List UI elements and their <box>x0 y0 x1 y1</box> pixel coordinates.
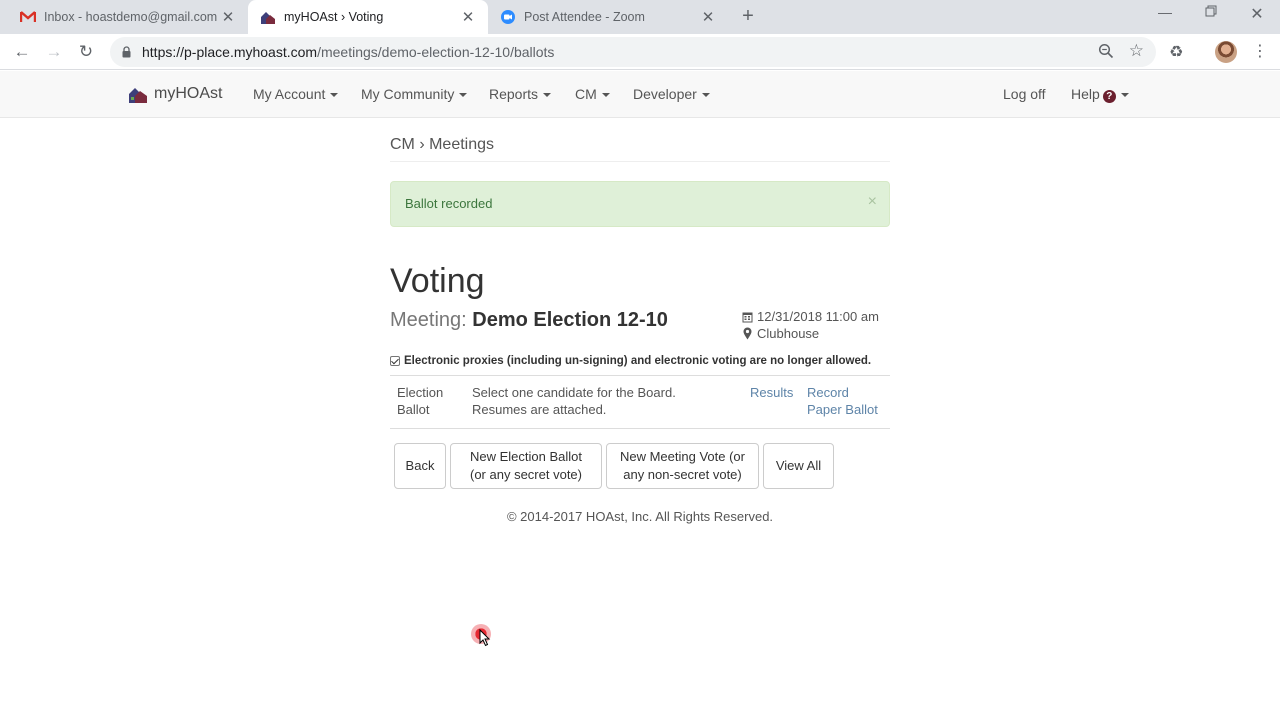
menu-reports[interactable]: Reports <box>489 86 552 102</box>
link-line: Paper Ballot <box>807 402 878 417</box>
tab-myhoast[interactable]: myHOAst › Voting ✕ <box>248 0 488 34</box>
caret-down-icon <box>330 93 339 98</box>
reload-icon[interactable]: ↻ <box>76 42 96 62</box>
ballot-table: Election Ballot Select one candidate for… <box>390 375 890 429</box>
menu-label: Reports <box>489 86 539 102</box>
myhoast-icon <box>260 9 276 25</box>
meeting-heading: Meeting: Demo Election 12-10 <box>390 309 668 332</box>
profile-avatar[interactable] <box>1215 41 1237 63</box>
notice-text: Electronic proxies (including un-signing… <box>404 355 872 367</box>
menu-label: Help <box>1071 86 1100 102</box>
breadcrumb: CM › Meetings <box>390 136 495 153</box>
button-line: (or any secret vote) <box>470 467 582 482</box>
brand-name: myHOAst <box>154 85 223 102</box>
help-question-icon: ? <box>1102 90 1116 103</box>
ballot-name: Election Ballot <box>397 384 443 418</box>
zoom-icon <box>500 9 516 25</box>
close-tab-icon[interactable]: ✕ <box>700 8 716 26</box>
meeting-location: Clubhouse <box>757 326 820 341</box>
back-button[interactable]: Back <box>394 443 446 489</box>
menu-developer[interactable]: Developer <box>633 86 710 102</box>
browser-toolbar: ← → ↻ https://p-place.myhoast.com/meetin… <box>0 34 1280 70</box>
close-tab-icon[interactable]: ✕ <box>220 8 236 26</box>
url-text: https://p-place.myhoast.com/meetings/dem… <box>142 44 554 60</box>
meeting-name: Demo Election 12-10 <box>472 309 668 331</box>
ballot-description-line: Select one candidate for the Board. <box>472 385 676 400</box>
extension-recycle-icon[interactable]: ♻ <box>1169 42 1183 62</box>
tab-title: myHOAst › Voting <box>284 10 384 24</box>
browser-tab-bar: Inbox - hoastdemo@gmail.com ✕ myHOAst › … <box>0 0 1280 34</box>
caret-down-icon <box>1120 93 1129 98</box>
tab-title: Inbox - hoastdemo@gmail.com <box>44 10 218 24</box>
ballot-name-line: Ballot <box>397 402 430 417</box>
button-line: New Meeting Vote (or <box>619 449 745 464</box>
page-title: Voting <box>390 262 485 300</box>
menu-my-community[interactable]: My Community <box>361 86 468 102</box>
menu-label: Developer <box>633 86 697 102</box>
bookmark-star-icon[interactable]: ☆ <box>1129 41 1144 61</box>
meeting-label: Meeting: <box>390 309 467 331</box>
menu-my-account[interactable]: My Account <box>253 86 339 102</box>
meeting-datetime: 12/31/2018 11:00 am <box>757 309 879 324</box>
breadcrumb-divider <box>390 161 890 162</box>
tab-zoom[interactable]: Post Attendee - Zoom ✕ <box>488 0 728 34</box>
meeting-details: 12/31/2018 11:00 am Clubhouse <box>741 308 879 342</box>
tab-gmail[interactable]: Inbox - hoastdemo@gmail.com ✕ <box>8 0 248 34</box>
electronic-voting-notice: Electronic proxies (including un-signing… <box>390 355 871 367</box>
close-window-icon[interactable]: ✕ <box>1234 4 1280 24</box>
restore-icon[interactable] <box>1188 4 1234 20</box>
record-paper-ballot-link[interactable]: Record Paper Ballot <box>807 385 878 417</box>
menu-label: My Community <box>361 86 455 102</box>
close-tab-icon[interactable]: ✕ <box>460 8 476 26</box>
minimize-icon[interactable]: — <box>1142 4 1188 20</box>
calendar-icon <box>741 311 753 323</box>
map-marker-icon <box>741 327 753 340</box>
menu-label: CM <box>575 86 597 102</box>
myhoast-logo-icon <box>128 84 148 104</box>
logoff-link[interactable]: Log off <box>1003 86 1046 102</box>
url-path: /meetings/demo-election-12-10/ballots <box>317 44 555 60</box>
browser-menu-icon[interactable]: ⋮ <box>1252 41 1268 61</box>
tab-title: Post Attendee - Zoom <box>524 10 645 24</box>
new-meeting-vote-button[interactable]: New Meeting Vote (or any non-secret vote) <box>606 443 759 489</box>
success-alert: Ballot recorded × <box>390 181 890 227</box>
new-election-ballot-button[interactable]: New Election Ballot (or any secret vote) <box>450 443 602 489</box>
results-link[interactable]: Results <box>750 385 793 400</box>
checkbox-checked <box>390 356 400 366</box>
caret-down-icon <box>701 93 710 98</box>
mouse-pointer-icon <box>479 628 491 652</box>
caret-down-icon <box>543 93 552 98</box>
button-line: New Election Ballot <box>470 449 582 464</box>
link-line: Record <box>807 385 849 400</box>
view-all-button[interactable]: View All <box>763 443 834 489</box>
footer-copyright: © 2014-2017 HOAst, Inc. All Rights Reser… <box>506 509 774 524</box>
alert-message: Ballot recorded <box>405 196 493 211</box>
menu-cm[interactable]: CM <box>575 86 610 102</box>
back-arrow-icon[interactable]: ← <box>12 42 32 62</box>
ballot-description-line: Resumes are attached. <box>472 402 607 417</box>
ballot-description: Select one candidate for the Board. Resu… <box>472 384 676 418</box>
alert-close-icon[interactable]: × <box>868 193 877 211</box>
button-line: any non-secret vote) <box>623 467 742 482</box>
zoom-icon[interactable] <box>1098 43 1114 64</box>
gmail-icon <box>20 9 36 25</box>
url-host: https://p-place.myhoast.com <box>142 44 318 60</box>
ballot-name-line: Election <box>397 385 444 400</box>
caret-down-icon <box>601 93 610 98</box>
forward-arrow-icon[interactable]: → <box>44 42 64 62</box>
brand-link[interactable]: myHOAst <box>128 84 222 104</box>
new-tab-icon[interactable]: + <box>737 5 759 27</box>
menu-label: My Account <box>253 86 326 102</box>
address-bar[interactable]: https://p-place.myhoast.com/meetings/dem… <box>110 37 1156 67</box>
menu-help[interactable]: Help? <box>1071 86 1129 103</box>
caret-down-icon <box>459 93 468 98</box>
site-navbar: myHOAst My Account My Community Reports … <box>0 71 1280 118</box>
lock-icon <box>122 45 131 63</box>
